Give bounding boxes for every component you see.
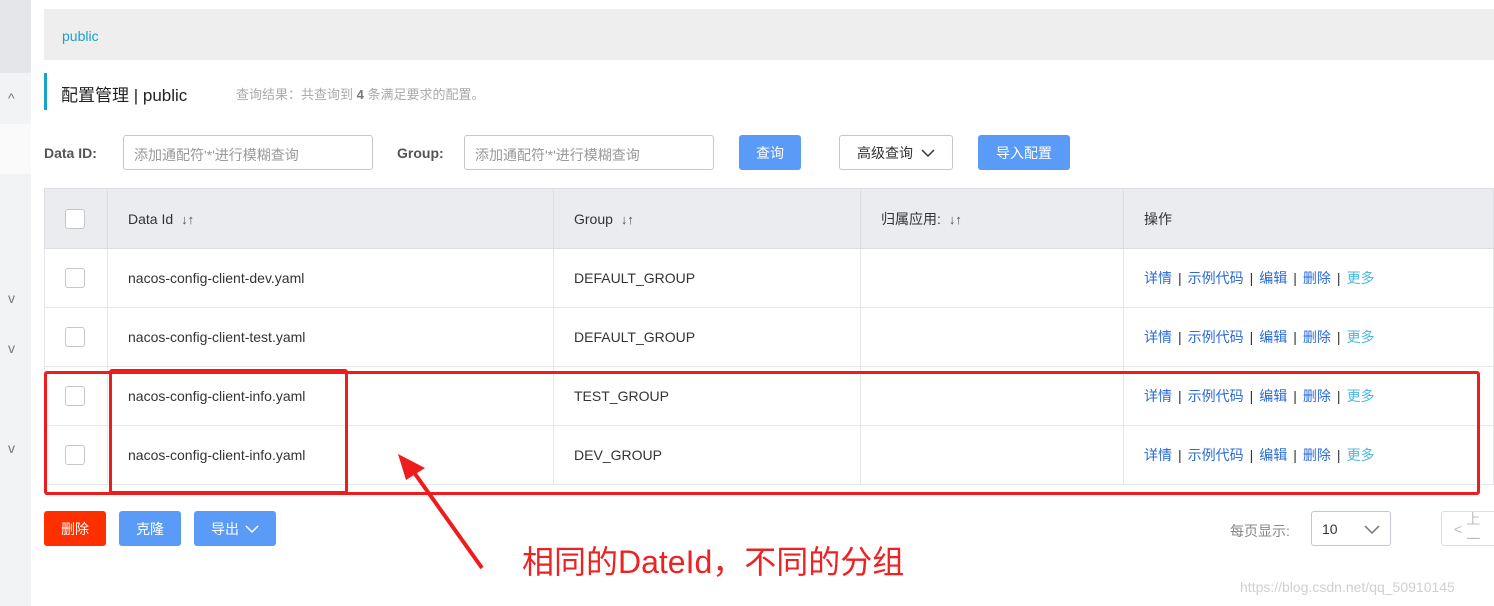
header-label: 操作	[1144, 210, 1172, 227]
page-size-value: 10	[1322, 520, 1338, 537]
row-select-cell	[44, 248, 108, 308]
data-id-cell: nacos-config-client-dev.yaml	[107, 248, 554, 308]
header-label: Data Id	[128, 210, 174, 227]
chevron-left-icon: <	[1454, 520, 1463, 537]
highlight-dataid-box	[109, 369, 348, 494]
namespace-bar: public	[44, 9, 1494, 60]
sidebar-top	[0, 0, 31, 73]
table-row: nacos-config-client-dev.yaml DEFAULT_GRO…	[44, 248, 1494, 308]
sample-code-link[interactable]: 示例代码	[1188, 270, 1244, 286]
advanced-query-button[interactable]: 高级查询	[839, 135, 953, 170]
result-prefix: 查询结果：共查询到	[236, 87, 354, 102]
page-title: 配置管理 | public	[61, 86, 188, 105]
page-header: 配置管理 | public 查询结果：共查询到 4 条满足要求的配置。	[44, 73, 485, 110]
chevron-down-icon	[921, 148, 935, 157]
data-id-label: Data ID:	[44, 145, 97, 161]
sample-code-link[interactable]: 示例代码	[1188, 329, 1244, 345]
header-label: Group	[574, 210, 613, 227]
app-cell	[860, 248, 1124, 308]
group-input[interactable]: 添加通配符'*'进行模糊查询	[464, 135, 714, 170]
chevron-down-icon[interactable]: v	[8, 290, 15, 306]
sidebar: ^ v v v	[0, 0, 31, 606]
sidebar-active-item[interactable]	[0, 124, 31, 174]
delete-button[interactable]: 删除	[44, 511, 106, 546]
chevron-up-icon[interactable]: ^	[8, 90, 15, 106]
app-cell	[860, 307, 1124, 367]
header-label: 归属应用:	[881, 210, 941, 227]
annotation-text: 相同的DateId，不同的分组	[522, 544, 905, 580]
actions-cell: 详情 | 示例代码 | 编辑 | 删除 | 更多	[1123, 248, 1494, 308]
chevron-down-icon	[1364, 524, 1380, 534]
export-label: 导出	[211, 520, 239, 537]
row-select-cell	[44, 307, 108, 367]
edit-link[interactable]: 编辑	[1259, 270, 1287, 286]
separator: |	[1336, 270, 1341, 286]
chevron-down-icon	[245, 524, 259, 533]
group-label: Group:	[397, 145, 444, 161]
data-id-cell: nacos-config-client-test.yaml	[107, 307, 554, 367]
table-row: nacos-config-client-test.yaml DEFAULT_GR…	[44, 307, 1494, 367]
edit-link[interactable]: 编辑	[1259, 329, 1287, 345]
sort-icon[interactable]: ↓↑	[621, 212, 634, 227]
row-checkbox[interactable]	[65, 268, 85, 288]
sort-icon[interactable]: ↓↑	[949, 212, 962, 227]
query-result-text: 查询结果：共查询到 4 条满足要求的配置。	[236, 84, 485, 103]
header-data-id[interactable]: Data Id ↓↑	[107, 188, 554, 249]
more-link[interactable]: 更多	[1347, 270, 1375, 286]
header-app[interactable]: 归属应用: ↓↑	[860, 188, 1124, 249]
more-link[interactable]: 更多	[1347, 329, 1375, 345]
annotation-arrow-icon	[398, 454, 484, 570]
header-group[interactable]: Group ↓↑	[553, 188, 861, 249]
export-button[interactable]: 导出	[194, 511, 276, 546]
page-size-select[interactable]: 10	[1311, 511, 1391, 546]
separator: |	[1336, 329, 1341, 345]
separator: |	[1249, 329, 1254, 345]
separator: |	[1178, 329, 1182, 345]
row-checkbox[interactable]	[65, 327, 85, 347]
separator: |	[1293, 270, 1297, 286]
group-cell: DEFAULT_GROUP	[553, 248, 861, 308]
select-all-checkbox[interactable]	[65, 208, 85, 229]
watermark: https://blog.csdn.net/qq_50910145	[1240, 579, 1455, 595]
delete-link[interactable]: 删除	[1303, 270, 1331, 286]
separator: |	[1178, 270, 1182, 286]
result-suffix: 条满足要求的配置。	[367, 87, 485, 102]
query-button[interactable]: 查询	[739, 135, 801, 170]
page-size-label: 每页显示:	[1230, 523, 1290, 539]
namespace-tab-public[interactable]: public	[62, 28, 99, 44]
detail-link[interactable]: 详情	[1144, 270, 1172, 286]
clone-button[interactable]: 克隆	[119, 511, 181, 546]
header-actions: 操作	[1123, 188, 1494, 249]
prev-page-label: 上一	[1466, 510, 1481, 547]
group-cell: DEFAULT_GROUP	[553, 307, 861, 367]
table-header-row: Data Id ↓↑ Group ↓↑ 归属应用: ↓↑ 操作	[44, 188, 1494, 249]
advanced-query-label: 高级查询	[857, 144, 913, 161]
import-config-button[interactable]: 导入配置	[978, 135, 1070, 170]
result-count: 4	[356, 87, 364, 102]
separator: |	[1293, 329, 1297, 345]
data-id-input[interactable]: 添加通配符'*'进行模糊查询	[123, 135, 373, 170]
select-all-cell	[44, 188, 108, 249]
chevron-down-icon[interactable]: v	[8, 440, 15, 456]
delete-link[interactable]: 删除	[1303, 329, 1331, 345]
separator: |	[1249, 270, 1254, 286]
detail-link[interactable]: 详情	[1144, 329, 1172, 345]
chevron-down-icon[interactable]: v	[8, 340, 15, 356]
sort-icon[interactable]: ↓↑	[181, 212, 194, 227]
actions-cell: 详情 | 示例代码 | 编辑 | 删除 | 更多	[1123, 307, 1494, 367]
prev-page-button[interactable]: < 上一	[1441, 510, 1494, 547]
